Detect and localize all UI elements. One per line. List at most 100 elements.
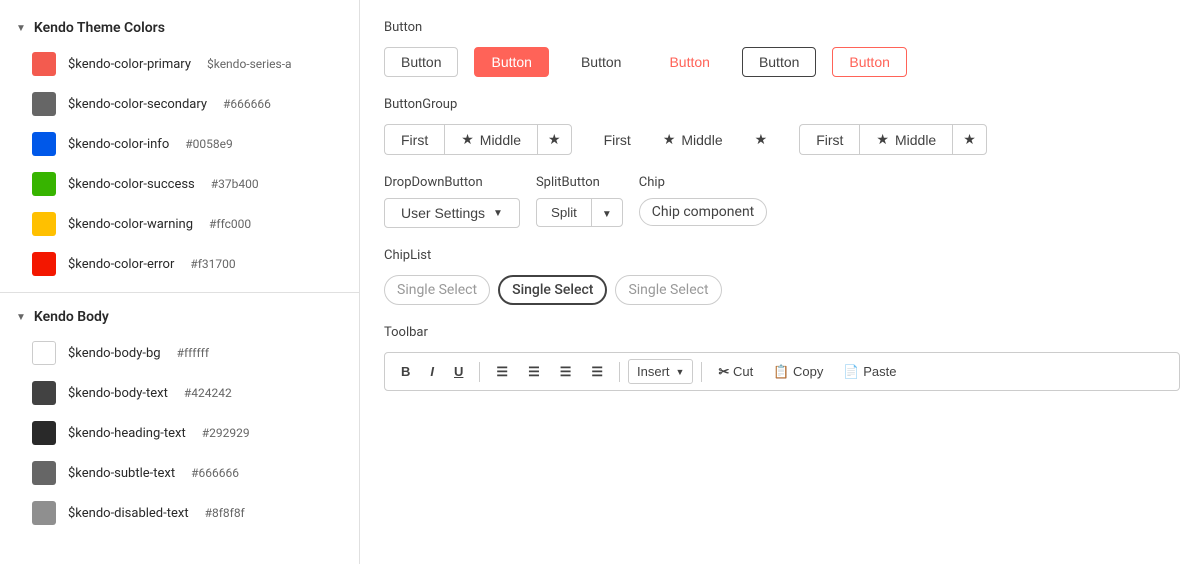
split-main-button[interactable]: Split xyxy=(536,198,591,227)
color-name-primary: $kendo-color-primary xyxy=(68,57,191,72)
ddsplit-chip-row: DropDownButton User Settings ▼ SplitButt… xyxy=(384,175,1180,228)
toolbar: B I U ☰ ☰ ☰ ☰ Insert ▼ ✂ Cut 📋 Copy 📄 Pa… xyxy=(384,352,1180,391)
chiplist-section-label: ChipList xyxy=(384,248,1180,263)
button-outline-primary[interactable]: Button xyxy=(832,47,906,77)
color-item-secondary: $kendo-color-secondary #666666 xyxy=(0,84,359,124)
color-alias-subtle-text: #666666 xyxy=(191,466,239,480)
star-icon-4 xyxy=(755,131,768,148)
color-swatch-warning xyxy=(32,212,56,236)
buttongroup-section-label: ButtonGroup xyxy=(384,97,1180,112)
buttongroup-row: First Middle First Middle xyxy=(384,124,1180,155)
chip-section: Chip Chip component xyxy=(639,175,767,226)
paste-icon: 📄 xyxy=(843,364,859,379)
color-swatch-body-bg xyxy=(32,341,56,365)
color-alias-success: #37b400 xyxy=(211,177,259,191)
color-item-subtle-text: $kendo-subtle-text #666666 xyxy=(0,453,359,493)
star-icon-3 xyxy=(663,131,676,148)
color-swatch-secondary xyxy=(32,92,56,116)
chevron-down-icon-split: ▼ xyxy=(602,209,612,220)
color-alias-info: #0058e9 xyxy=(185,137,232,151)
toolbar-align-right-button[interactable]: ☰ xyxy=(552,360,580,384)
toolbar-insert-button[interactable]: Insert ▼ xyxy=(628,359,693,384)
color-name-body-bg: $kendo-body-bg xyxy=(68,346,161,361)
button-section-label: Button xyxy=(384,20,1180,35)
button-outline[interactable]: Button xyxy=(742,47,816,77)
bg2-middle-button[interactable]: Middle xyxy=(647,125,739,154)
color-name-warning: $kendo-color-warning xyxy=(68,217,193,232)
kendo-theme-section-header[interactable]: ▼ Kendo Theme Colors xyxy=(0,12,359,44)
color-swatch-info xyxy=(32,132,56,156)
color-name-body-text: $kendo-body-text xyxy=(68,386,168,401)
chiplist-item-1[interactable]: Single Select xyxy=(498,275,607,305)
toolbar-separator-3 xyxy=(701,362,702,382)
button-default[interactable]: Button xyxy=(384,47,458,77)
bg2-first-button[interactable]: First xyxy=(588,125,647,154)
color-item-body-bg: $kendo-body-bg #ffffff xyxy=(0,333,359,373)
toolbar-align-justify-button[interactable]: ☰ xyxy=(583,360,611,384)
divider xyxy=(0,292,359,293)
chiplist-item-0[interactable]: Single Select xyxy=(384,275,490,305)
chip-label: Chip component xyxy=(652,204,754,220)
button-group-1: First Middle xyxy=(384,124,572,155)
dropdown-section-label: DropDownButton xyxy=(384,175,520,190)
color-item-success: $kendo-color-success #37b400 xyxy=(0,164,359,204)
bg1-middle-button[interactable]: Middle xyxy=(444,124,537,155)
bg3-icon-button[interactable] xyxy=(952,124,987,155)
color-alias-body-text: #424242 xyxy=(184,386,232,400)
toolbar-cut-button[interactable]: ✂ Cut xyxy=(710,360,761,384)
button-link[interactable]: Button xyxy=(653,48,725,76)
color-name-heading-text: $kendo-heading-text xyxy=(68,426,186,441)
toolbar-cut-label: Cut xyxy=(733,364,753,379)
dropdown-section: DropDownButton User Settings ▼ xyxy=(384,175,520,228)
chiplist: Single Select Single Select Single Selec… xyxy=(384,275,722,305)
split-button-group: Split ▼ xyxy=(536,198,623,227)
toolbar-align-center-button[interactable]: ☰ xyxy=(520,360,548,384)
dropdown-button[interactable]: User Settings ▼ xyxy=(384,198,520,228)
sidebar: ▼ Kendo Theme Colors $kendo-color-primar… xyxy=(0,0,360,564)
copy-icon: 📋 xyxy=(773,364,789,379)
toolbar-underline-button[interactable]: U xyxy=(446,360,471,383)
color-alias-heading-text: #292929 xyxy=(202,426,250,440)
color-alias-primary: $kendo-series-a xyxy=(207,57,292,71)
toolbar-bold-button[interactable]: B xyxy=(393,360,418,383)
split-section: SplitButton Split ▼ xyxy=(536,175,623,227)
bg3-middle-button[interactable]: Middle xyxy=(859,124,952,155)
button-group-3: First Middle xyxy=(799,124,987,155)
toolbar-paste-label: Paste xyxy=(863,364,896,379)
color-swatch-error xyxy=(32,252,56,276)
bg1-first-button[interactable]: First xyxy=(384,124,444,155)
star-icon-6 xyxy=(963,131,976,148)
color-name-secondary: $kendo-color-secondary xyxy=(68,97,207,112)
toolbar-italic-button[interactable]: I xyxy=(422,360,442,383)
bg3-first-button[interactable]: First xyxy=(799,124,859,155)
toolbar-align-left-button[interactable]: ☰ xyxy=(488,360,516,384)
color-name-subtle-text: $kendo-subtle-text xyxy=(68,466,175,481)
color-swatch-disabled-text xyxy=(32,501,56,525)
toolbar-insert-label: Insert xyxy=(637,364,670,379)
toolbar-paste-button[interactable]: 📄 Paste xyxy=(835,360,904,384)
chevron-down-icon-body: ▼ xyxy=(16,312,26,323)
color-name-error: $kendo-color-error xyxy=(68,257,174,272)
button-flat[interactable]: Button xyxy=(565,48,637,76)
color-swatch-heading-text xyxy=(32,421,56,445)
kendo-body-section-header[interactable]: ▼ Kendo Body xyxy=(0,301,359,333)
color-name-success: $kendo-color-success xyxy=(68,177,195,192)
chevron-down-icon-btn: ▼ xyxy=(493,208,503,219)
split-section-label: SplitButton xyxy=(536,175,623,190)
split-arrow-button[interactable]: ▼ xyxy=(591,198,623,227)
bg2-icon-button[interactable] xyxy=(739,125,784,154)
color-item-info: $kendo-color-info #0058e9 xyxy=(0,124,359,164)
bg1-icon-button[interactable] xyxy=(537,124,572,155)
button-primary[interactable]: Button xyxy=(474,47,548,77)
toolbar-section-label: Toolbar xyxy=(384,325,1180,340)
chiplist-item-2[interactable]: Single Select xyxy=(615,275,721,305)
chevron-down-icon: ▼ xyxy=(16,23,26,34)
star-icon-2 xyxy=(548,131,561,148)
color-item-body-text: $kendo-body-text #424242 xyxy=(0,373,359,413)
toolbar-copy-button[interactable]: 📋 Copy xyxy=(765,360,831,384)
color-item-disabled-text: $kendo-disabled-text #8f8f8f xyxy=(0,493,359,533)
toolbar-separator-1 xyxy=(479,362,480,382)
color-alias-error: #f31700 xyxy=(190,257,235,271)
chip-component[interactable]: Chip component xyxy=(639,198,767,226)
color-swatch-success xyxy=(32,172,56,196)
